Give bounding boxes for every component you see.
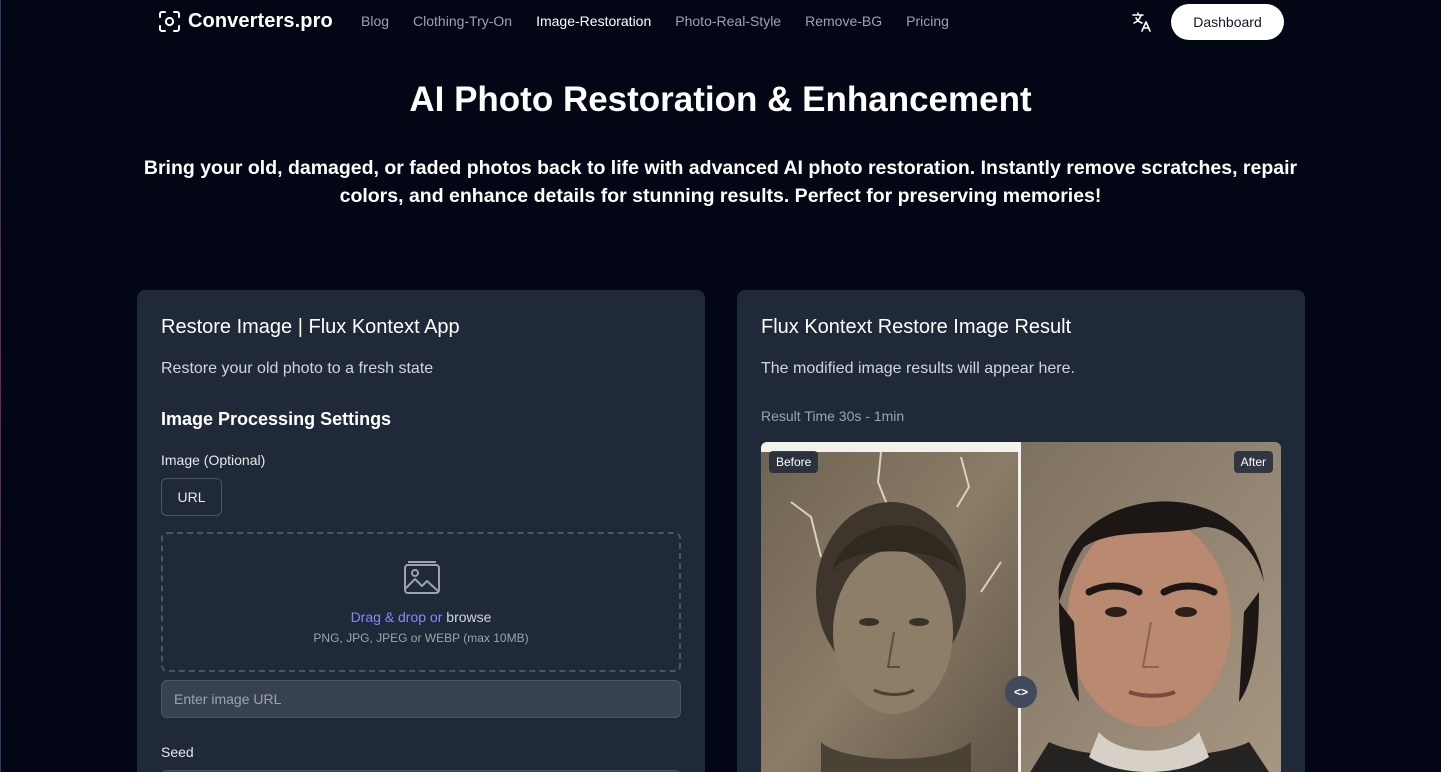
top-navbar: Converters.pro Blog Clothing-Try-On Imag… [0,0,1441,44]
form-card-description: Restore your old photo to a fresh state [161,360,434,377]
restore-form-card: Restore Image | Flux Kontext App Restore… [137,290,705,772]
dropzone-instruction: Drag & drop or browse [163,609,679,625]
after-label: After [1233,451,1273,473]
before-after-slider[interactable]: <> Before After [761,442,1281,772]
before-label: Before [769,451,819,473]
logo[interactable]: Converters.pro [159,10,333,33]
nav-item-photo-real-style[interactable]: Photo-Real-Style [675,13,781,29]
slider-divider[interactable] [1018,442,1021,772]
url-mode-button[interactable]: URL [161,478,222,516]
nav-item-clothing-try-on[interactable]: Clothing-Try-On [413,13,512,29]
result-card: Flux Kontext Restore Image Result The mo… [737,290,1305,772]
dropzone-formats: PNG, JPG, JPEG or WEBP (max 10MB) [313,631,529,645]
result-card-description: The modified image results will appear h… [761,360,1075,377]
browse-link[interactable]: browse [446,609,491,625]
page-subtitle: Bring your old, damaged, or faded photos… [143,157,1298,207]
nav-item-image-restoration[interactable]: Image-Restoration [536,13,651,29]
image-icon [403,560,441,596]
dashboard-button[interactable]: Dashboard [1171,4,1284,40]
slider-handle[interactable]: <> [1005,676,1037,708]
image-field-label: Image (Optional) [161,452,266,468]
form-card-title: Restore Image | Flux Kontext App [161,316,460,338]
camera-scan-icon [159,11,180,32]
image-url-input[interactable] [161,680,681,718]
settings-heading: Image Processing Settings [161,409,392,429]
nav-item-remove-bg[interactable]: Remove-BG [805,13,882,29]
result-time-text: Result Time 30s - 1min [761,408,905,424]
image-dropzone[interactable]: Drag & drop or browse PNG, JPG, JPEG or … [161,532,681,672]
nav-item-blog[interactable]: Blog [361,13,389,29]
drag-drop-text: Drag & drop or [350,609,443,625]
main-nav: Blog Clothing-Try-On Image-Restoration P… [361,13,973,29]
page-title: AI Photo Restoration & Enhancement [409,80,1032,119]
seed-field-label: Seed [161,744,194,760]
translate-icon[interactable] [1131,11,1153,33]
nav-item-pricing[interactable]: Pricing [906,13,949,29]
result-card-title: Flux Kontext Restore Image Result [761,316,1072,338]
before-photo [761,442,1019,772]
logo-text: Converters.pro [188,10,333,32]
after-photo [1019,442,1281,772]
